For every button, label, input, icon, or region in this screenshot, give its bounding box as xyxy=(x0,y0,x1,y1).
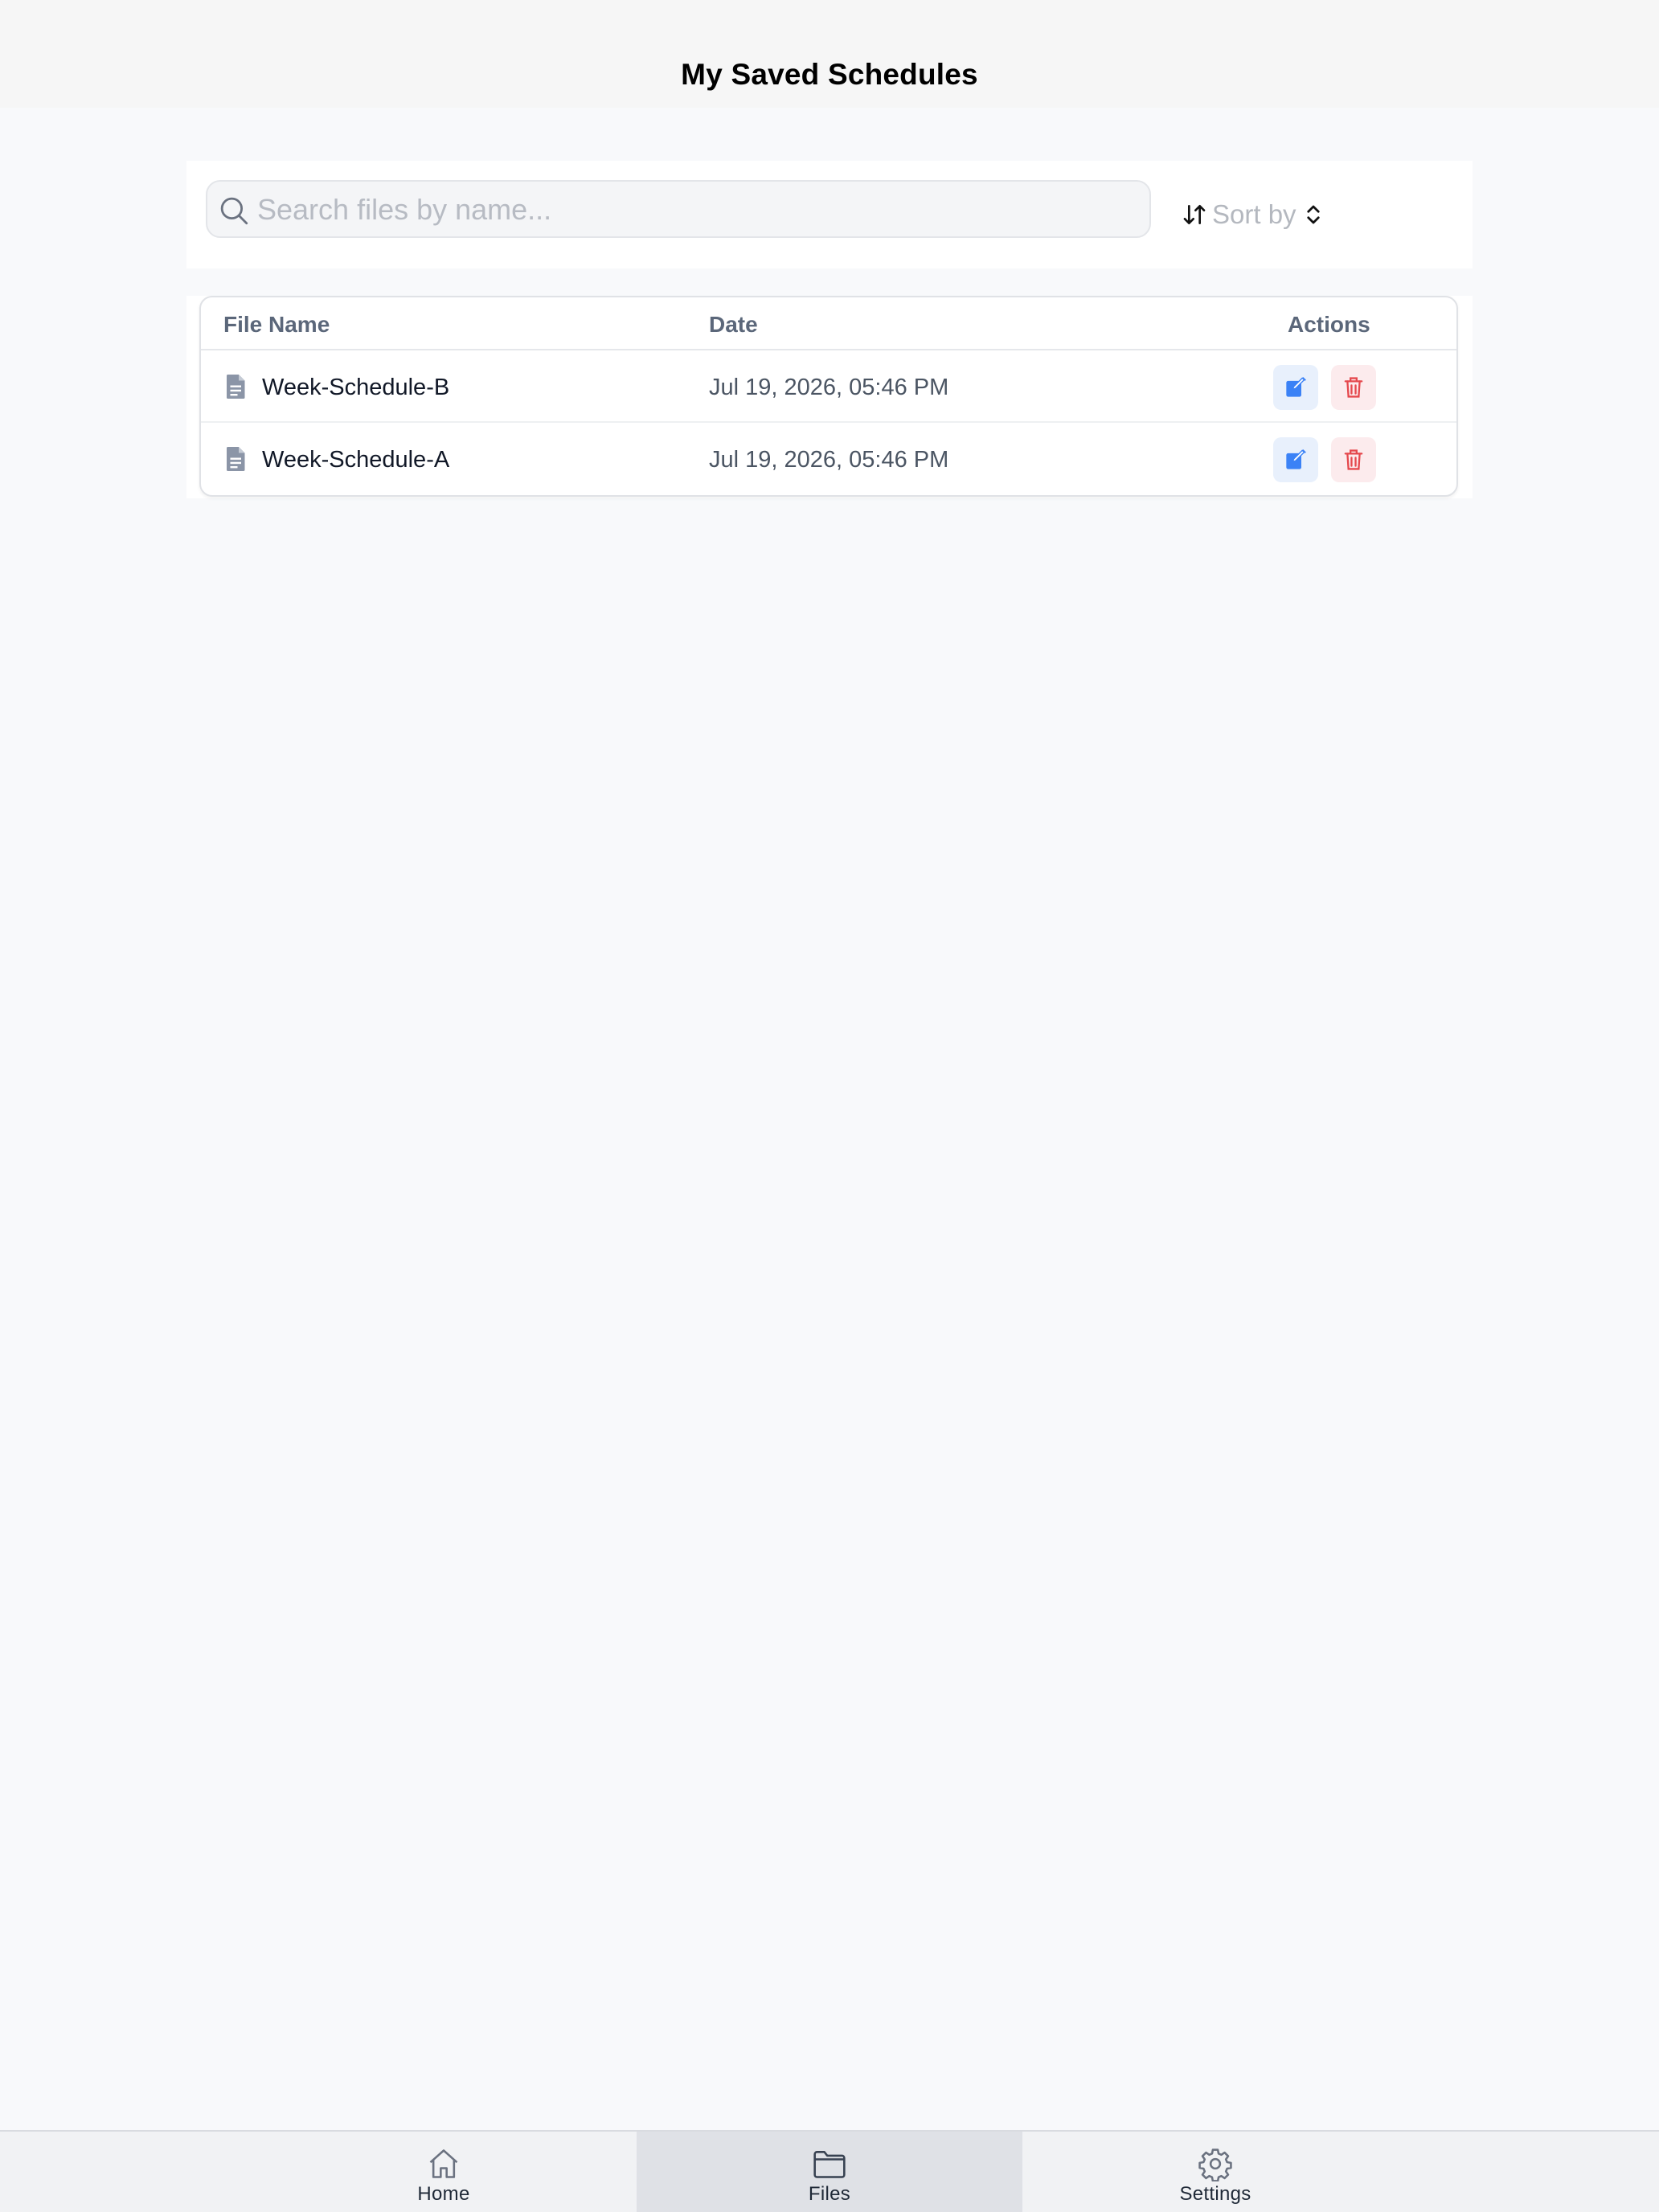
app-header: My Saved Schedules xyxy=(0,0,1659,108)
search-input[interactable] xyxy=(256,182,1143,238)
trash-icon xyxy=(1344,449,1363,470)
document-icon xyxy=(227,447,245,471)
trash-icon xyxy=(1344,377,1363,398)
tab-settings-label: Settings xyxy=(1179,2183,1251,2205)
sort-arrows-icon xyxy=(1183,204,1206,224)
tab-files-label: Files xyxy=(808,2183,851,2205)
delete-button[interactable] xyxy=(1331,365,1376,410)
search-box[interactable] xyxy=(206,180,1151,238)
tab-files[interactable]: Files xyxy=(637,2132,1022,2212)
column-header-actions: Actions xyxy=(1288,312,1370,337)
chevron-updown-icon xyxy=(1306,205,1320,224)
file-date: Jul 19, 2026, 05:46 PM xyxy=(709,375,949,400)
folder-icon xyxy=(813,2151,846,2178)
file-date: Jul 19, 2026, 05:46 PM xyxy=(709,447,949,473)
table-row[interactable]: Week-Schedule-A Jul 19, 2026, 05:46 PM xyxy=(201,423,1456,495)
document-icon xyxy=(227,375,245,399)
edit-button[interactable] xyxy=(1273,365,1318,410)
tab-home[interactable]: Home xyxy=(251,2132,637,2212)
table-header: File Name Date Actions xyxy=(201,297,1456,350)
sort-label: Sort by xyxy=(1212,199,1296,229)
column-header-file-name: File Name xyxy=(223,312,330,337)
tab-home-label: Home xyxy=(417,2183,470,2205)
files-table-container: File Name Date Actions Week-Schedule-B J… xyxy=(186,296,1473,498)
tab-settings[interactable]: Settings xyxy=(1022,2132,1408,2212)
file-name[interactable]: Week-Schedule-A xyxy=(262,447,449,473)
delete-button[interactable] xyxy=(1331,437,1376,482)
gear-icon xyxy=(1198,2149,1232,2181)
edit-icon xyxy=(1286,377,1306,397)
search-icon xyxy=(220,197,248,225)
files-table: File Name Date Actions Week-Schedule-B J… xyxy=(199,296,1458,497)
page-title: My Saved Schedules xyxy=(681,58,978,91)
sort-button[interactable]: Sort by xyxy=(1182,198,1325,231)
home-icon xyxy=(429,2149,458,2178)
edit-icon xyxy=(1286,449,1306,469)
toolbar: Sort by xyxy=(186,161,1473,268)
table-row[interactable]: Week-Schedule-B Jul 19, 2026, 05:46 PM xyxy=(201,350,1456,423)
column-header-date: Date xyxy=(709,312,758,337)
file-name[interactable]: Week-Schedule-B xyxy=(262,375,449,401)
edit-button[interactable] xyxy=(1273,437,1318,482)
bottom-tab-bar: Home Files Settings xyxy=(0,2130,1659,2212)
